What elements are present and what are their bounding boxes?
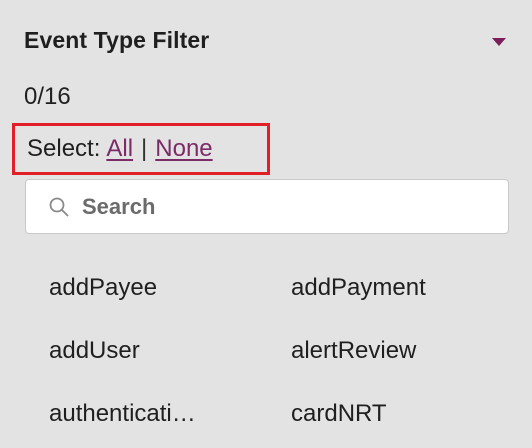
select-separator: | (141, 135, 148, 162)
option-alert-review[interactable]: alertReview (291, 333, 491, 396)
option-add-payment[interactable]: addPayment (291, 270, 491, 333)
option-card-nrt[interactable]: cardNRT (291, 396, 491, 448)
event-type-filter-panel: Event Type Filter 0/16 Select: All | Non… (0, 0, 532, 448)
caret-down-icon[interactable] (492, 38, 506, 46)
select-label: Select: (27, 135, 101, 162)
option-add-payee[interactable]: addPayee (49, 270, 229, 333)
event-type-options: addPayee addPayment addUser alertReview … (49, 270, 489, 448)
search-input[interactable] (82, 193, 462, 220)
select-all-link[interactable]: All (106, 135, 133, 163)
option-authentication[interactable]: authenticati… (49, 396, 229, 448)
select-none-link[interactable]: None (155, 135, 212, 163)
selected-count: 0/16 (24, 83, 71, 110)
select-controls: Select: All | None (12, 123, 270, 175)
search-icon (48, 196, 70, 218)
search-box[interactable] (25, 179, 509, 234)
filter-title: Event Type Filter (24, 27, 210, 53)
option-add-user[interactable]: addUser (49, 333, 229, 396)
filter-header: Event Type Filter (24, 27, 506, 61)
